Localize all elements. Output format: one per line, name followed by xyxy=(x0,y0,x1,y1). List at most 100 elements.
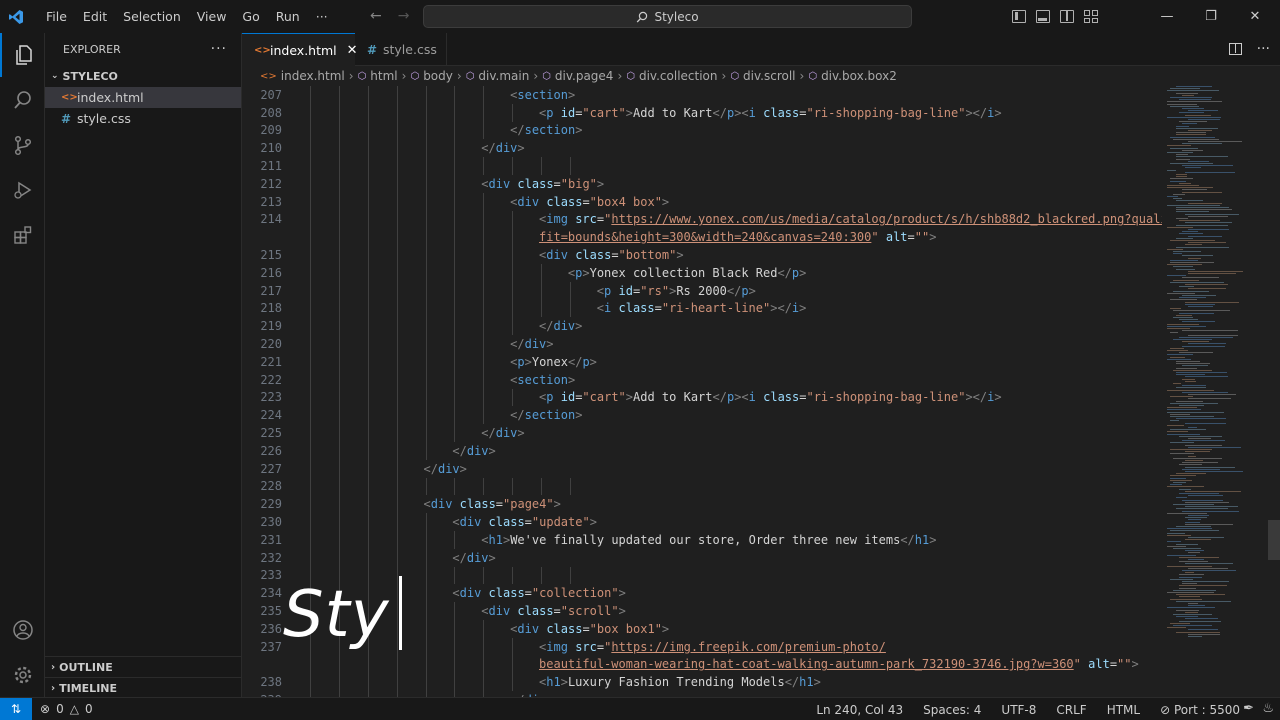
minimap-line xyxy=(1188,455,1197,457)
tab-index-html[interactable]: <> index.html ✕ xyxy=(242,33,358,66)
outline-section[interactable]: › OUTLINE xyxy=(45,656,242,677)
customize-layout-icon[interactable] xyxy=(1084,10,1098,23)
run-debug-icon[interactable] xyxy=(0,168,45,212)
code-token: < xyxy=(741,105,749,120)
accounts-icon[interactable] xyxy=(0,608,45,652)
editor-scrollbar[interactable] xyxy=(1268,520,1280,560)
code-line[interactable]: 225 </div> xyxy=(242,424,1162,442)
toggle-panel-icon[interactable] xyxy=(1036,10,1050,23)
extensions-icon[interactable] xyxy=(0,213,45,257)
code-line[interactable]: beautiful-woman-wearing-hat-coat-walking… xyxy=(242,656,1162,674)
code-line[interactable]: 215 <div class="bottom"> xyxy=(242,246,1162,264)
language-mode[interactable]: HTML xyxy=(1107,703,1140,717)
encoding[interactable]: UTF-8 xyxy=(1001,703,1036,717)
minimap-line xyxy=(1170,429,1207,431)
code-line[interactable]: 214 <img src="https://www.yonex.com/us/me… xyxy=(242,211,1162,229)
menu-item[interactable]: File xyxy=(38,9,75,24)
search-sidebar-icon[interactable] xyxy=(0,78,45,122)
menu-item[interactable]: Selection xyxy=(115,9,189,24)
code-line[interactable]: 232 </div> xyxy=(242,549,1162,567)
code-text: <div class="update"> xyxy=(452,515,597,529)
breadcrumb-item[interactable]: body xyxy=(423,69,453,83)
breadcrumb-item[interactable]: index.html xyxy=(281,69,345,83)
code-line[interactable]: 228 xyxy=(242,478,1162,496)
code-line[interactable]: 216 <p>Yonex collection Black Red</p> xyxy=(242,264,1162,282)
minimap-line xyxy=(1185,572,1195,574)
minimap[interactable] xyxy=(1162,86,1266,646)
live-server-port[interactable]: ⊘ Port : 5500 xyxy=(1160,703,1240,717)
code-line[interactable]: 217 <p id="rs">Rs 2000</p> xyxy=(242,282,1162,300)
menu-item[interactable]: Edit xyxy=(75,9,115,24)
code-line[interactable]: 220 </div> xyxy=(242,335,1162,353)
code-line[interactable]: 211 xyxy=(242,157,1162,175)
code-line[interactable]: 222 <section> xyxy=(242,371,1162,389)
toggle-primary-sidebar-icon[interactable] xyxy=(1012,10,1026,23)
code-line[interactable]: 229 <div class="page4"> xyxy=(242,495,1162,513)
file-item-index-html[interactable]: <> index.html xyxy=(45,87,241,108)
minimap-line xyxy=(1188,141,1243,142)
breadcrumb-item[interactable]: div.scroll xyxy=(743,69,795,83)
code-line[interactable]: 212 <div class="big"> xyxy=(242,175,1162,193)
code-line[interactable]: 227 </div> xyxy=(242,460,1162,478)
minimap-line xyxy=(1182,462,1218,464)
code-line[interactable]: 226 </div> xyxy=(242,442,1162,460)
code-token: " xyxy=(1073,657,1081,672)
menu-item[interactable]: ··· xyxy=(308,9,336,24)
forward-arrow-icon[interactable]: → xyxy=(398,8,410,24)
split-editor-icon[interactable] xyxy=(1229,43,1242,55)
code-token: > xyxy=(553,497,561,512)
menu-item[interactable]: Go xyxy=(234,9,267,24)
end-of-line[interactable]: CRLF xyxy=(1056,703,1086,717)
code-line[interactable]: 221 <p>Yonex</p> xyxy=(242,353,1162,371)
code-line[interactable]: 224 </section> xyxy=(242,406,1162,424)
toggle-secondary-sidebar-icon[interactable] xyxy=(1060,10,1074,23)
remote-indicator-icon[interactable]: ⇅ xyxy=(0,697,32,720)
minimap-line xyxy=(1173,198,1183,200)
code-line[interactable]: 219 </div> xyxy=(242,317,1162,335)
code-line[interactable]: fit=bounds&height=300&width=240&canvas=2… xyxy=(242,228,1162,246)
menu-item[interactable]: View xyxy=(189,9,235,24)
minimize-icon[interactable]: — xyxy=(1152,9,1182,24)
editor-more-actions-icon[interactable]: ··· xyxy=(1257,41,1270,57)
problems-indicator[interactable]: ⊗ 0 △ 0 xyxy=(40,702,93,716)
code-line[interactable]: 238 <h1>Luxury Fashion Trending Models</h… xyxy=(242,673,1162,691)
notifications-bell-icon[interactable]: ♨ xyxy=(1262,701,1274,716)
code-line[interactable]: 210 </div> xyxy=(242,139,1162,157)
cursor-position[interactable]: Ln 240, Col 43 xyxy=(816,703,903,717)
menu-item[interactable]: Run xyxy=(268,9,308,24)
code-text: <div class="bottom"> xyxy=(539,248,684,262)
line-number: 238 xyxy=(260,675,282,690)
more-actions-icon[interactable]: ··· xyxy=(211,41,227,57)
file-item-style-css[interactable]: # style.css xyxy=(45,108,241,129)
breadcrumb-item[interactable]: html xyxy=(370,69,397,83)
breadcrumb-item[interactable]: div.page4 xyxy=(555,69,614,83)
code-line[interactable]: 209 </section> xyxy=(242,122,1162,140)
breadcrumb-item[interactable]: div.collection xyxy=(639,69,718,83)
breadcrumb-item[interactable]: div.main xyxy=(478,69,529,83)
breadcrumb-item[interactable]: div.box.box2 xyxy=(821,69,897,83)
source-control-icon[interactable] xyxy=(0,123,45,167)
explorer-icon[interactable] xyxy=(0,33,45,77)
code-line[interactable]: 223 <p id="cart">Add to Kart</p><i class=… xyxy=(242,389,1162,407)
code-line[interactable]: 207 <section> xyxy=(242,86,1162,104)
code-line[interactable]: 218 <i class="ri-heart-line"></i> xyxy=(242,300,1162,318)
code-token: </ xyxy=(726,283,742,298)
back-arrow-icon[interactable]: ← xyxy=(370,8,382,24)
settings-gear-icon[interactable] xyxy=(0,653,45,697)
code-token: "cart" xyxy=(582,105,626,120)
tab-style-css[interactable]: # style.css xyxy=(355,33,447,66)
restore-icon[interactable]: ❐ xyxy=(1196,9,1226,24)
indentation[interactable]: Spaces: 4 xyxy=(923,703,981,717)
code-line[interactable]: 208 <p id="cart">Add to Kart</p><i class=… xyxy=(242,104,1162,122)
close-window-icon[interactable]: ✕ xyxy=(1240,9,1270,24)
code-line[interactable]: 230 <div class="update"> xyxy=(242,513,1162,531)
code-line[interactable]: 231 <h1>We've finally updated our store, … xyxy=(242,531,1162,549)
feedback-icon[interactable]: ✒ xyxy=(1243,701,1254,716)
code-token: "ri-shopping-bag-line" xyxy=(806,105,966,120)
code-line[interactable]: 213 <div class="box4 box"> xyxy=(242,193,1162,211)
minimap-line xyxy=(1167,534,1191,536)
command-center-search[interactable]: Styleco xyxy=(423,5,912,28)
workspace-folder[interactable]: ⌄ STYLECO xyxy=(45,65,241,87)
timeline-section[interactable]: › TIMELINE xyxy=(45,677,242,698)
